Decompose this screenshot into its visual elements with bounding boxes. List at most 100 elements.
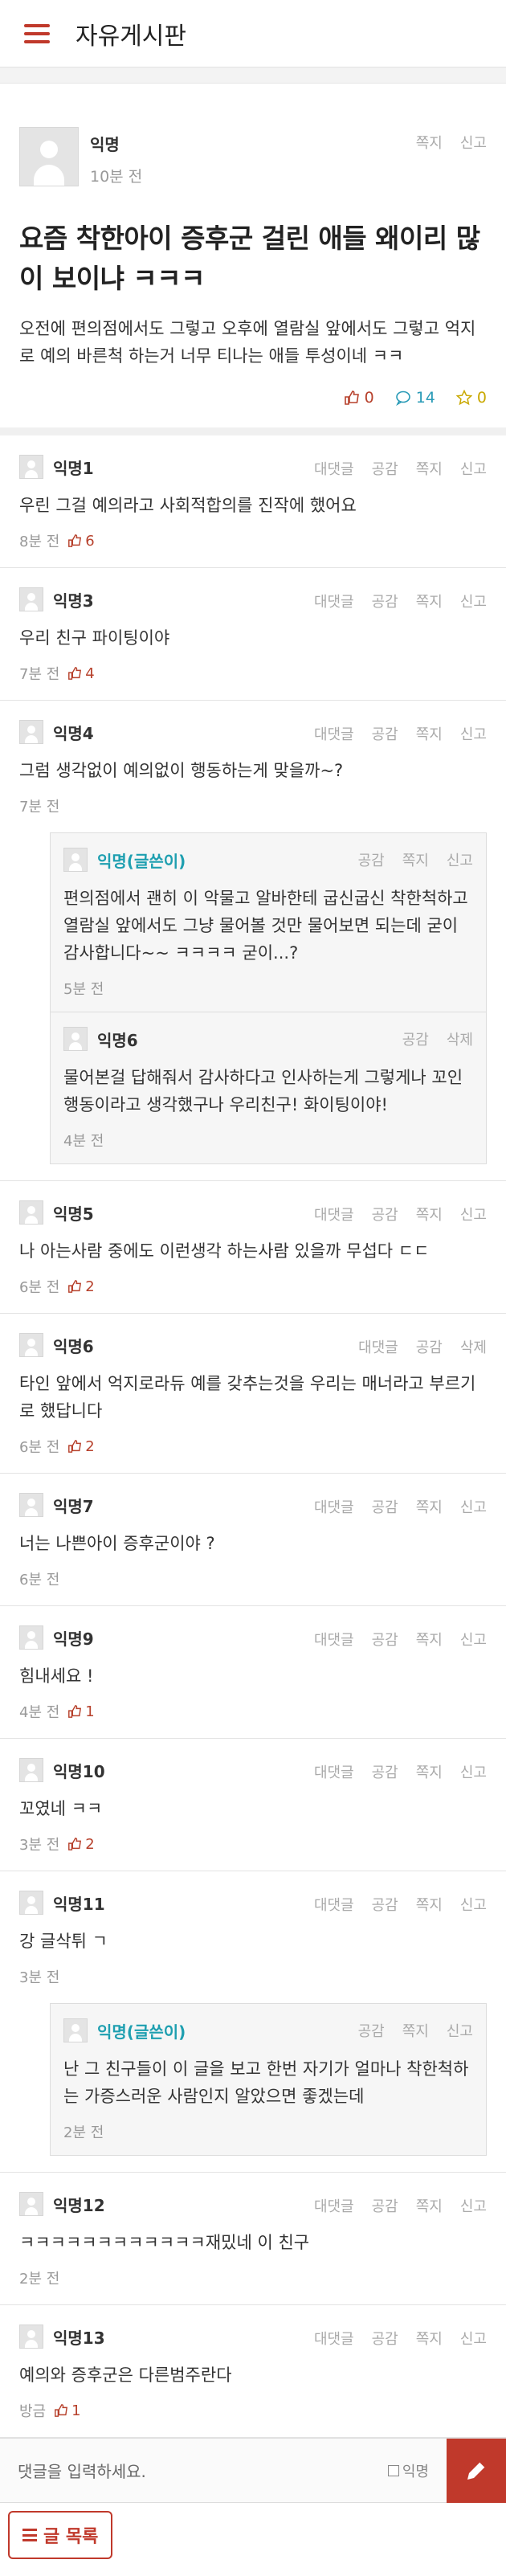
report-link[interactable]: 신고: [460, 1496, 487, 1517]
comment-time: 7분 전: [19, 666, 60, 683]
message-link[interactable]: 쪽지: [416, 1496, 443, 1517]
comment-like-count[interactable]: 2: [67, 1836, 95, 1853]
comment-time: 6분 전: [19, 1572, 60, 1589]
reply-link[interactable]: 대댓글: [314, 458, 354, 479]
avatar: [19, 2325, 43, 2349]
comment-like-count[interactable]: 6: [67, 533, 95, 550]
avatar: [19, 1493, 43, 1517]
delete-link[interactable]: 삭제: [460, 1336, 487, 1357]
reply-link[interactable]: 대댓글: [358, 1336, 398, 1357]
message-link[interactable]: 쪽지: [416, 723, 443, 744]
comment-text: 강 글삭튀 ㄱ: [19, 1932, 108, 1951]
reply-link[interactable]: 대댓글: [314, 2328, 354, 2349]
empathy-link[interactable]: 공감: [372, 1894, 398, 1915]
comment-like-count[interactable]: 4: [67, 665, 95, 682]
post-time: 10분 전: [90, 168, 143, 186]
post-list-button[interactable]: 글 목록: [8, 2511, 113, 2559]
message-link[interactable]: 쪽지: [416, 132, 443, 153]
star-icon: [455, 390, 472, 406]
message-link[interactable]: 쪽지: [416, 1204, 443, 1225]
reply-link[interactable]: 대댓글: [314, 1629, 354, 1650]
reply-link[interactable]: 대댓글: [314, 591, 354, 611]
comment-like-count[interactable]: 1: [67, 1703, 95, 1720]
report-link[interactable]: 신고: [460, 1761, 487, 1782]
report-link[interactable]: 신고: [460, 723, 487, 744]
comment-like-count[interactable]: 1: [54, 2402, 81, 2419]
post-title: 요즘 착한아이 증후군 걸린 애들 왜이리 많이 보이냐 ㅋㅋㅋ: [19, 223, 480, 294]
avatar: [19, 455, 43, 479]
report-link[interactable]: 신고: [460, 2328, 487, 2349]
empathy-link[interactable]: 공감: [372, 723, 398, 744]
empathy-link[interactable]: 공감: [372, 458, 398, 479]
thumbs-up-icon: [68, 1705, 82, 1718]
comment-text: 예의와 증후군은 다른범주란다: [19, 2365, 232, 2385]
message-link[interactable]: 쪽지: [402, 2020, 429, 2041]
comment-text: 힘내세요 !: [19, 1666, 94, 1686]
comment-text: ㅋㅋㅋㅋㅋㅋㅋㅋㅋㅋㅋㅋ재밌네 이 친구: [19, 2233, 310, 2252]
reply-link[interactable]: 대댓글: [314, 2195, 354, 2216]
report-link[interactable]: 신고: [460, 591, 487, 611]
empathy-link[interactable]: 공감: [372, 2328, 398, 2349]
report-link[interactable]: 신고: [460, 2195, 487, 2216]
message-link[interactable]: 쪽지: [416, 1629, 443, 1650]
thumbs-up-icon: [68, 667, 82, 680]
report-link[interactable]: 신고: [460, 1629, 487, 1650]
empathy-link[interactable]: 공감: [416, 1336, 443, 1357]
comment-like-count[interactable]: 2: [67, 1278, 95, 1295]
empathy-link[interactable]: 공감: [372, 1629, 398, 1650]
anonymous-checkbox[interactable]: 익명: [387, 2460, 429, 2481]
post-like-count[interactable]: 0: [344, 389, 374, 407]
comment-author: 익명9: [53, 1629, 94, 1649]
message-link[interactable]: 쪽지: [416, 2195, 443, 2216]
menu-icon[interactable]: [24, 23, 50, 43]
avatar: [19, 1625, 43, 1650]
comment-input[interactable]: 댓글을 입력하세요.: [18, 2459, 146, 2482]
message-link[interactable]: 쪽지: [416, 458, 443, 479]
empathy-link[interactable]: 공감: [372, 1496, 398, 1517]
reply-link[interactable]: 대댓글: [314, 1761, 354, 1782]
reply-author: 익명(글쓴이): [97, 851, 186, 871]
avatar: [19, 1758, 43, 1782]
empathy-link[interactable]: 공감: [372, 1204, 398, 1225]
divider: [0, 67, 506, 84]
reply-link[interactable]: 대댓글: [314, 1894, 354, 1915]
report-link[interactable]: 신고: [447, 849, 473, 870]
post-comment-count: 14: [395, 389, 435, 407]
write-comment-button[interactable]: [447, 2439, 506, 2503]
message-link[interactable]: 쪽지: [416, 591, 443, 611]
comment-time: 6분 전: [19, 1439, 60, 1456]
report-link[interactable]: 신고: [460, 1894, 487, 1915]
message-link[interactable]: 쪽지: [416, 1761, 443, 1782]
comment-item: 익명1 대댓글 공감 쪽지 신고 우린 그걸 예의라고 사회적합의를 진작에 했어요 8분 …: [0, 435, 506, 568]
reply-link[interactable]: 대댓글: [314, 1204, 354, 1225]
empathy-link[interactable]: 공감: [358, 2020, 385, 2041]
empathy-link[interactable]: 공감: [358, 849, 385, 870]
post: 익명 10분 전 쪽지 신고 요즘 착한아이 증후군 걸린 애들 왜이리 많이 …: [0, 84, 506, 435]
comment-text: 꼬였네 ㅋㅋ: [19, 1799, 103, 1818]
report-link[interactable]: 신고: [447, 2020, 473, 2041]
message-link[interactable]: 쪽지: [416, 2328, 443, 2349]
report-link[interactable]: 신고: [460, 132, 487, 153]
empathy-link[interactable]: 공감: [372, 1761, 398, 1782]
comment-time: 6분 전: [19, 1279, 60, 1296]
empathy-link[interactable]: 공감: [372, 2195, 398, 2216]
comment-author: 익명12: [53, 2195, 105, 2215]
delete-link[interactable]: 삭제: [447, 1028, 473, 1049]
post-body: 오전에 편의점에서도 그렇고 오후에 열람실 앞에서도 그렇고 억지로 예의 바…: [19, 319, 476, 366]
reply-link[interactable]: 대댓글: [314, 723, 354, 744]
comment-author: 익명6: [53, 1336, 94, 1356]
message-link[interactable]: 쪽지: [416, 1894, 443, 1915]
message-link[interactable]: 쪽지: [402, 849, 429, 870]
pencil-icon: [467, 2461, 486, 2480]
comment-like-count[interactable]: 2: [67, 1438, 95, 1455]
reply-author: 익명(글쓴이): [97, 2022, 186, 2042]
reply-link[interactable]: 대댓글: [314, 1496, 354, 1517]
report-link[interactable]: 신고: [460, 458, 487, 479]
report-link[interactable]: 신고: [460, 1204, 487, 1225]
comment-time: 방금: [19, 2403, 47, 2420]
empathy-link[interactable]: 공감: [402, 1028, 429, 1049]
comment-text: 그럼 생각없이 예의없이 행동하는게 맞을까~?: [19, 761, 344, 780]
post-scrap-count[interactable]: 0: [455, 389, 487, 407]
empathy-link[interactable]: 공감: [372, 591, 398, 611]
comment-item: 익명3 대댓글 공감 쪽지 신고 우리 친구 파이팅이야 7분 전 4: [0, 568, 506, 701]
